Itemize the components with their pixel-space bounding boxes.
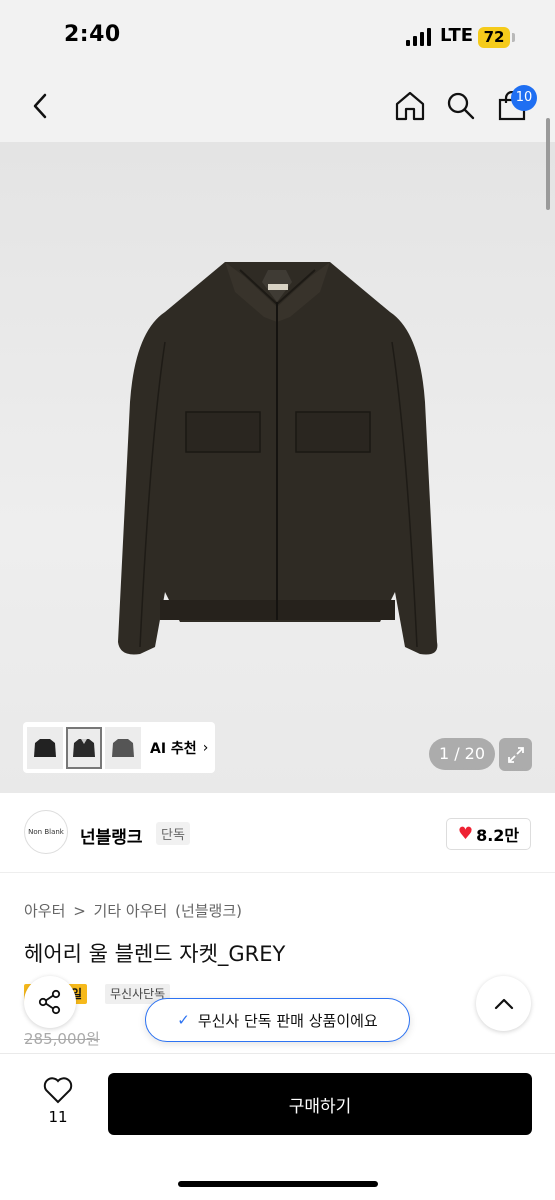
favorite-count: 11 — [48, 1108, 68, 1126]
bottom-action-bar: 11 구매하기 — [0, 1053, 555, 1200]
home-indicator — [178, 1181, 378, 1187]
search-button[interactable] — [443, 88, 479, 124]
back-button[interactable] — [22, 88, 58, 124]
share-button[interactable] — [24, 976, 76, 1028]
product-title: 헤어리 울 블렌드 자켓_GREY — [24, 942, 286, 966]
buy-button[interactable]: 구매하기 — [108, 1073, 532, 1135]
brand-like-button[interactable]: ♥ 8.2만 — [446, 818, 531, 850]
brand-name[interactable]: 넌블랭크 — [80, 823, 143, 848]
breadcrumb-item[interactable]: 기타 아우터 — [94, 902, 168, 920]
ai-recommend-label: AI 추천 — [150, 740, 197, 757]
brand-like-count: 8.2만 — [476, 826, 520, 845]
home-icon — [395, 91, 425, 121]
chevron-up-icon — [494, 998, 513, 1009]
toast-message: 무신사 단독 판매 상품이에요 — [197, 1011, 378, 1030]
thumbnail[interactable] — [27, 726, 63, 769]
chevron-left-icon — [33, 93, 47, 119]
image-counter: 1 / 20 — [429, 738, 495, 770]
favorite-button[interactable]: 11 — [36, 1076, 80, 1136]
product-image — [118, 262, 438, 655]
breadcrumb: 아우터 > 기타 아우터 (넌블랭크) — [24, 900, 245, 921]
battery-icon: 72 — [478, 27, 510, 48]
scroll-to-top-button[interactable] — [476, 976, 531, 1031]
jacket-thumbnail-icon — [112, 738, 134, 757]
jacket-thumbnail-icon — [73, 738, 95, 757]
status-bar: 2:40 LTE 72 — [0, 0, 555, 72]
battery-tip — [512, 33, 515, 42]
ai-recommendation-strip[interactable]: AI 추천 › — [23, 722, 215, 773]
search-icon — [447, 92, 475, 120]
network-label: LTE — [440, 25, 474, 46]
exclusive-toast: ✓ 무신사 단독 판매 상품이에요 — [145, 998, 410, 1042]
product-image-gallery[interactable] — [0, 142, 555, 793]
brand-logo[interactable]: Non Blank — [24, 810, 68, 854]
heart-outline-icon — [43, 1077, 73, 1104]
signal-icon — [406, 28, 431, 46]
expand-button[interactable] — [499, 738, 532, 771]
jacket-thumbnail-icon — [34, 738, 56, 757]
status-time: 2:40 — [64, 22, 121, 47]
home-button[interactable] — [392, 88, 428, 124]
breadcrumb-separator: > — [73, 902, 86, 920]
scroll-indicator[interactable] — [546, 118, 550, 210]
original-price: 285,000원 — [24, 1030, 100, 1048]
exclusive-tag: 단독 — [156, 822, 190, 845]
nav-bar — [0, 72, 555, 142]
share-icon — [38, 989, 61, 1015]
thumbnail[interactable] — [66, 726, 102, 769]
chevron-right-icon: › — [202, 739, 209, 756]
expand-icon — [507, 746, 524, 763]
breadcrumb-item[interactable]: 아우터 — [24, 902, 65, 920]
thumbnail[interactable] — [105, 726, 141, 769]
breadcrumb-item[interactable]: (넌블랭크) — [175, 902, 242, 920]
bag-count-badge: 10 — [511, 85, 537, 111]
heart-icon: ♥ — [457, 824, 474, 844]
brand-row: Non Blank 넌블랭크 단독 ♥ 8.2만 — [0, 793, 555, 873]
check-icon: ✓ — [177, 1011, 190, 1029]
